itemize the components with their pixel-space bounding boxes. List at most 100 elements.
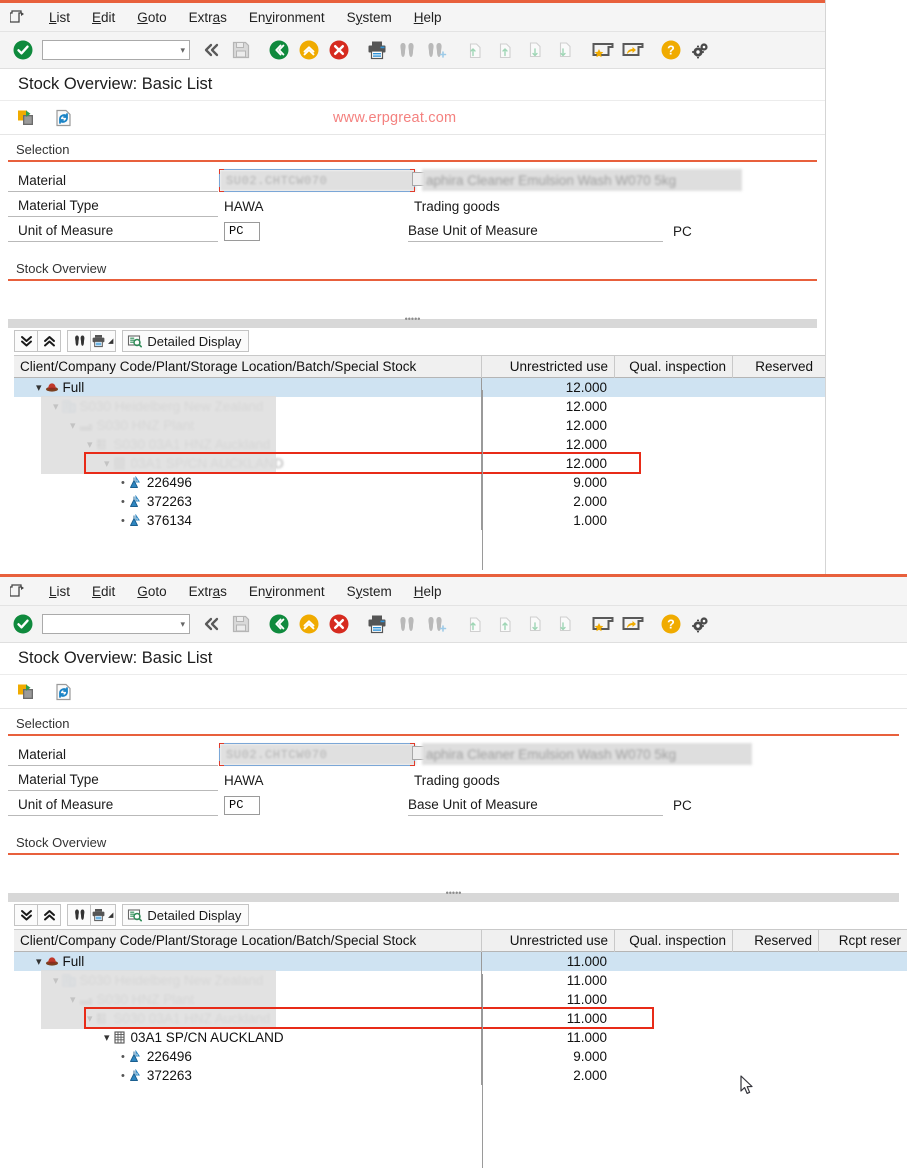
column-header-tree[interactable]: Client/Company Code/Plant/Storage Locati…: [14, 355, 482, 378]
find-next-icon[interactable]: [422, 610, 452, 638]
table-row[interactable]: ▾ 03A1 SP/CN AUCKLAND 12.000: [14, 454, 825, 473]
column-header-tree[interactable]: Client/Company Code/Plant/Storage Locati…: [14, 929, 482, 952]
system-menu-icon[interactable]: [8, 583, 28, 600]
chevron-down-icon[interactable]: ▾: [180, 619, 185, 630]
table-row[interactable]: ▾ 03A1 SP/CN AUCKLAND 11.000: [14, 1028, 907, 1047]
save-icon[interactable]: [226, 610, 256, 638]
previous-page-icon[interactable]: [490, 36, 520, 64]
command-input[interactable]: [60, 42, 181, 58]
material-input[interactable]: SU02.CHTCW070: [220, 170, 416, 191]
chevron-down-icon[interactable]: ▾: [87, 1012, 93, 1025]
menu-item-goto[interactable]: Goto: [126, 582, 177, 601]
table-row[interactable]: ▾ S030 HNZ Plant 11.000: [14, 990, 907, 1009]
settings-icon[interactable]: [686, 36, 716, 64]
collapse-left-icon[interactable]: [196, 36, 226, 64]
collapse-all-icon[interactable]: [37, 330, 61, 352]
menu-item-system[interactable]: System: [336, 8, 403, 27]
menu-item-edit[interactable]: Edit: [81, 8, 126, 27]
table-row[interactable]: ▾ S030 Heidelberg New Zealand 11.000: [14, 971, 907, 990]
column-header-rcpt-reserved[interactable]: Rcpt reser: [819, 930, 907, 952]
chevron-down-icon[interactable]: ▾: [104, 457, 110, 470]
collapse-all-icon[interactable]: [37, 904, 61, 926]
uom-input[interactable]: PC: [224, 221, 260, 241]
command-input[interactable]: [60, 616, 181, 632]
chevron-down-icon[interactable]: ▾: [36, 955, 42, 968]
save-icon[interactable]: [226, 36, 256, 64]
column-header-qual-inspection[interactable]: Qual. inspection: [615, 355, 733, 378]
column-header-unrestricted[interactable]: Unrestricted use: [482, 355, 615, 378]
dropdown-arrow-icon[interactable]: ◢: [108, 911, 113, 919]
command-field[interactable]: ▾: [42, 40, 190, 60]
menu-item-extras[interactable]: Extras: [178, 582, 238, 601]
create-shortcut-icon[interactable]: [588, 610, 618, 638]
last-page-icon[interactable]: [550, 36, 580, 64]
find-next-icon[interactable]: [422, 36, 452, 64]
chevron-down-icon[interactable]: ▾: [53, 974, 59, 987]
table-row[interactable]: • 226496 9.000: [14, 473, 825, 492]
help-icon[interactable]: ?: [656, 36, 686, 64]
table-row[interactable]: ▾ Full 11.000: [14, 952, 907, 971]
chevron-down-icon[interactable]: ▾: [70, 419, 76, 432]
uom-input[interactable]: PC: [224, 795, 260, 815]
copy-to-clipboard-icon[interactable]: [14, 104, 40, 132]
menu-item-help[interactable]: Help: [403, 8, 453, 27]
print-icon[interactable]: ◢: [90, 330, 117, 352]
settings-icon[interactable]: [686, 610, 716, 638]
column-header-unrestricted[interactable]: Unrestricted use: [482, 929, 615, 952]
table-row[interactable]: ▾ S030 Heidelberg New Zealand 12.000: [14, 397, 825, 416]
menu-item-list[interactable]: List: [38, 8, 81, 27]
print-icon[interactable]: [362, 36, 392, 64]
create-shortcut-icon[interactable]: [588, 36, 618, 64]
enter-check-icon[interactable]: [8, 610, 38, 638]
exit-icon[interactable]: [294, 36, 324, 64]
find-icon[interactable]: [392, 36, 422, 64]
detailed-display-button[interactable]: Detailed Display: [122, 330, 250, 352]
expand-all-icon[interactable]: [14, 330, 38, 352]
cancel-icon[interactable]: [324, 610, 354, 638]
column-header-reserved[interactable]: Reserved: [733, 929, 819, 952]
table-row[interactable]: • 226496 9.000: [14, 1047, 907, 1066]
splitter-handle[interactable]: [8, 893, 899, 902]
find-icon[interactable]: [392, 610, 422, 638]
find-icon[interactable]: [67, 330, 91, 352]
back-icon[interactable]: [264, 610, 294, 638]
print-icon[interactable]: ◢: [90, 904, 117, 926]
table-row[interactable]: ▾ S030 03A1 HNZ Auckland 12.000: [14, 435, 825, 454]
next-page-icon[interactable]: [520, 36, 550, 64]
first-page-icon[interactable]: [460, 36, 490, 64]
chevron-down-icon[interactable]: ▾: [87, 438, 93, 451]
detailed-display-button[interactable]: Detailed Display: [122, 904, 250, 926]
chevron-down-icon[interactable]: ▾: [53, 400, 59, 413]
refresh-icon[interactable]: [50, 104, 76, 132]
menu-item-environment[interactable]: Environment: [238, 582, 336, 601]
chevron-down-icon[interactable]: ▾: [36, 381, 42, 394]
system-menu-icon[interactable]: [8, 9, 28, 26]
first-page-icon[interactable]: [460, 610, 490, 638]
column-header-qual-inspection[interactable]: Qual. inspection: [615, 929, 733, 952]
copy-to-clipboard-icon[interactable]: [14, 678, 40, 706]
command-field[interactable]: ▾: [42, 614, 190, 634]
menu-item-list[interactable]: List: [38, 582, 81, 601]
refresh-icon[interactable]: [50, 678, 76, 706]
back-icon[interactable]: [264, 36, 294, 64]
table-row[interactable]: • 376134 1.000: [14, 511, 825, 530]
expand-all-icon[interactable]: [14, 904, 38, 926]
customize-local-layout-icon[interactable]: [618, 610, 648, 638]
find-icon[interactable]: [67, 904, 91, 926]
previous-page-icon[interactable]: [490, 610, 520, 638]
cancel-icon[interactable]: [324, 36, 354, 64]
menu-item-environment[interactable]: Environment: [238, 8, 336, 27]
table-row[interactable]: ▾ S030 03A1 HNZ Auckland 11.000: [14, 1009, 907, 1028]
chevron-down-icon[interactable]: ▾: [70, 993, 76, 1006]
menu-item-system[interactable]: System: [336, 582, 403, 601]
enter-check-icon[interactable]: [8, 36, 38, 64]
column-header-reserved[interactable]: Reserved: [733, 356, 819, 378]
print-icon[interactable]: [362, 610, 392, 638]
table-row[interactable]: ▾ Full 12.000: [14, 378, 825, 397]
next-page-icon[interactable]: [520, 610, 550, 638]
menu-item-extras[interactable]: Extras: [178, 8, 238, 27]
table-row[interactable]: • 372263 2.000: [14, 1066, 907, 1085]
customize-local-layout-icon[interactable]: [618, 36, 648, 64]
collapse-left-icon[interactable]: [196, 610, 226, 638]
help-icon[interactable]: ?: [656, 610, 686, 638]
